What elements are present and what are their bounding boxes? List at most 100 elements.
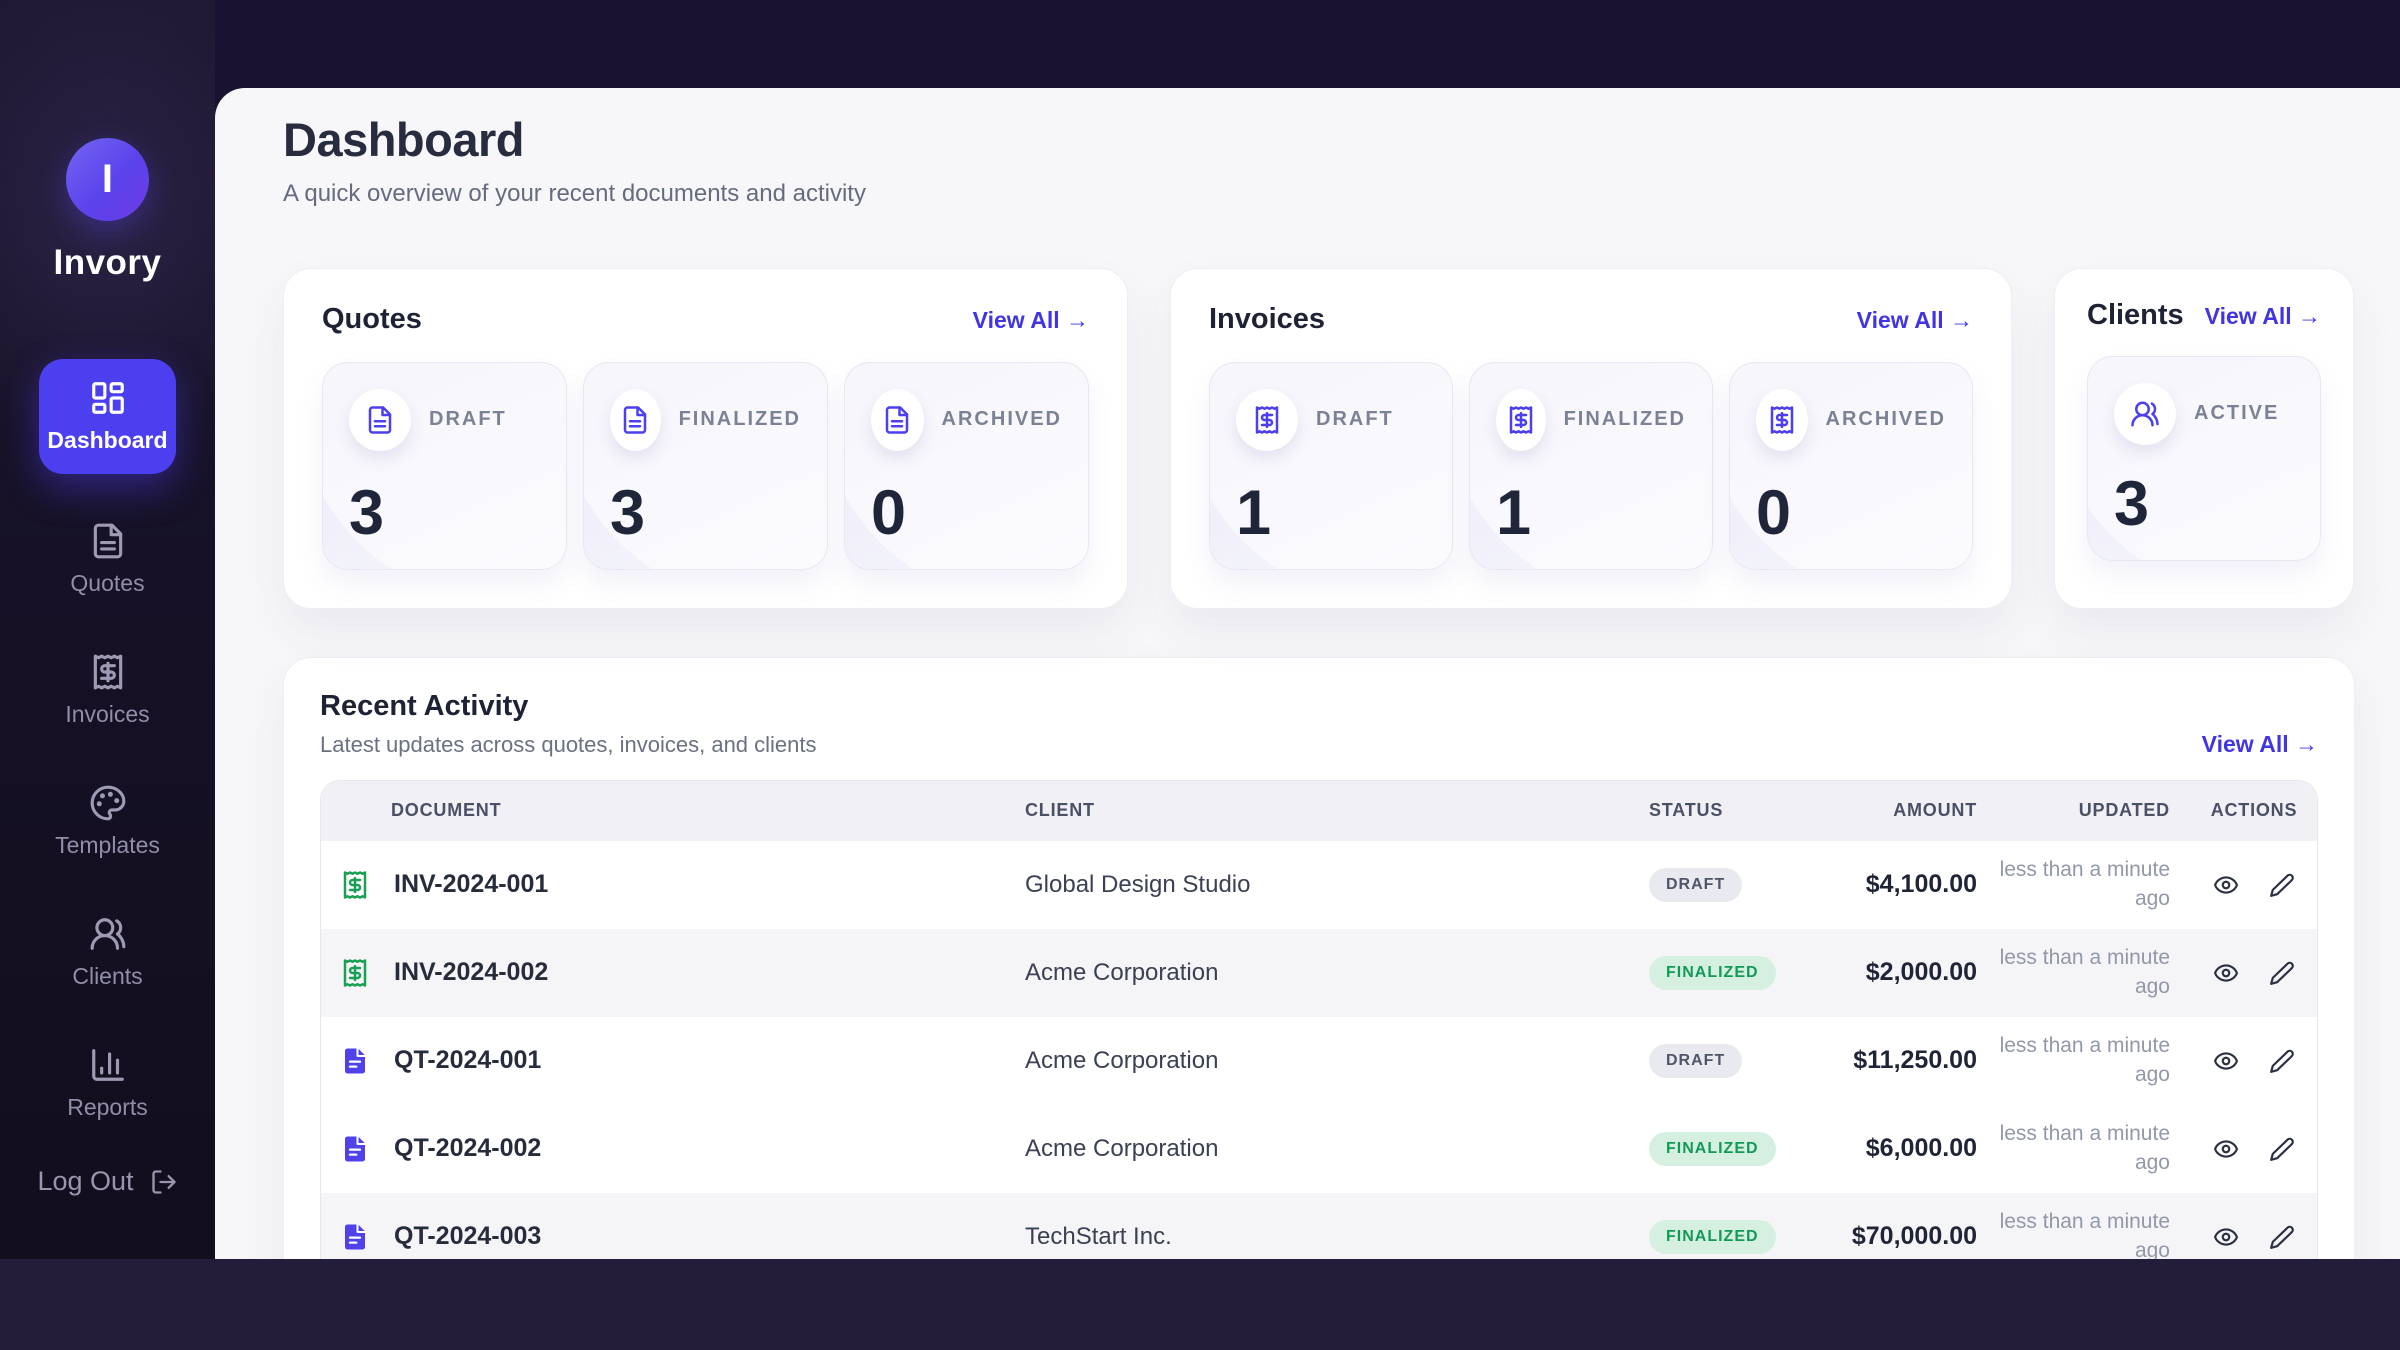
- stat-tile-invoices-archived: ARCHIVED 0: [1729, 362, 1973, 570]
- table-header-row: DOCUMENT CLIENT STATUS AMOUNT UPDATED AC…: [321, 781, 2317, 841]
- sidebar-item-label: Dashboard: [47, 427, 167, 454]
- recent-activity-view-all-link[interactable]: View All →: [2202, 731, 2318, 758]
- quotes-view-all-link[interactable]: View All →: [973, 307, 1089, 334]
- table-row[interactable]: QT-2024-001 Acme Corporation DRAFT $11,2…: [321, 1017, 2317, 1105]
- document-id: INV-2024-001: [394, 870, 548, 899]
- status-badge: FINALIZED: [1649, 1132, 1776, 1166]
- stat-tile-clients-active: ACTIVE 3: [2087, 356, 2321, 561]
- edit-row-button[interactable]: [2269, 872, 2295, 898]
- recent-activity-header: Recent Activity Latest updates across qu…: [320, 690, 2318, 758]
- stat-value: 3: [610, 482, 801, 545]
- page-subtitle: A quick overview of your recent document…: [283, 178, 2355, 209]
- file-text-icon: [620, 405, 650, 435]
- status-badge: FINALIZED: [1649, 1220, 1776, 1254]
- amount-value: $70,000.00: [1806, 1222, 1991, 1251]
- column-header-doc: DOCUMENT: [321, 800, 1001, 821]
- brand: I Invory: [53, 138, 161, 283]
- stat-label: DRAFT: [1316, 408, 1394, 431]
- log-out-icon: [150, 1168, 178, 1196]
- edit-row-button[interactable]: [2269, 1224, 2295, 1250]
- column-header-updated: UPDATED: [1991, 800, 2191, 821]
- view-row-button[interactable]: [2213, 1136, 2239, 1162]
- sidebar-item-templates[interactable]: Templates: [39, 770, 176, 873]
- bar-chart-icon: [89, 1046, 127, 1084]
- amount-value: $6,000.00: [1806, 1134, 1991, 1163]
- document-id: QT-2024-002: [394, 1134, 541, 1163]
- stat-value: 1: [1236, 482, 1426, 545]
- users-icon: [2130, 399, 2160, 429]
- logout-button[interactable]: Log Out: [37, 1166, 177, 1197]
- column-header-status: STATUS: [1621, 800, 1806, 821]
- updated-time: less than a minute ago: [1991, 1208, 2170, 1259]
- amount-value: $4,100.00: [1806, 870, 1991, 899]
- view-row-button[interactable]: [2213, 1224, 2239, 1250]
- updated-time: less than a minute ago: [1991, 1120, 2170, 1177]
- stat-label: ARCHIVED: [1826, 408, 1946, 431]
- main-panel: Dashboard A quick overview of your recen…: [215, 88, 2400, 1259]
- page-bottom-band: [0, 1259, 2400, 1350]
- document-id: INV-2024-002: [394, 958, 548, 987]
- table-row[interactable]: QT-2024-003 TechStart Inc. FINALIZED $70…: [321, 1193, 2317, 1259]
- recent-activity-title: Recent Activity: [320, 690, 817, 723]
- receipt-icon: [1252, 405, 1282, 435]
- column-header-amount: AMOUNT: [1806, 800, 1991, 821]
- client-name: TechStart Inc.: [1001, 1223, 1621, 1251]
- sidebar-item-label: Reports: [67, 1094, 148, 1121]
- table-row[interactable]: QT-2024-002 Acme Corporation FINALIZED $…: [321, 1105, 2317, 1193]
- stat-label: FINALIZED: [679, 408, 801, 431]
- edit-row-button[interactable]: [2269, 1136, 2295, 1162]
- clients-view-all-link[interactable]: View All →: [2205, 303, 2321, 330]
- sidebar: I Invory Dashboard Quotes Invoices Templ…: [0, 0, 215, 1259]
- stat-value: 0: [1756, 482, 1946, 545]
- file-text-icon: [340, 1046, 370, 1076]
- sidebar-item-reports[interactable]: Reports: [39, 1032, 176, 1135]
- file-text-icon: [365, 405, 395, 435]
- stat-label: ACTIVE: [2194, 402, 2279, 425]
- brand-initial: I: [102, 157, 113, 202]
- logout-label: Log Out: [37, 1166, 133, 1197]
- summary-card-title: Quotes: [322, 303, 422, 336]
- receipt-icon: [1506, 405, 1536, 435]
- stat-value: 0: [871, 482, 1062, 545]
- sidebar-item-clients[interactable]: Clients: [39, 901, 176, 1004]
- column-header-actions: ACTIONS: [2191, 800, 2317, 821]
- client-name: Acme Corporation: [1001, 959, 1621, 987]
- app-window: I Invory Dashboard Quotes Invoices Templ…: [0, 0, 2400, 1350]
- invoices-view-all-link[interactable]: View All →: [1857, 307, 1973, 334]
- stat-value: 3: [349, 482, 540, 545]
- document-id: QT-2024-003: [394, 1222, 541, 1251]
- amount-value: $11,250.00: [1806, 1046, 1991, 1075]
- amount-value: $2,000.00: [1806, 958, 1991, 987]
- file-text-icon: [882, 405, 912, 435]
- recent-activity-card: Recent Activity Latest updates across qu…: [283, 657, 2355, 1259]
- updated-time: less than a minute ago: [1991, 944, 2170, 1001]
- view-row-button[interactable]: [2213, 960, 2239, 986]
- sidebar-item-label: Quotes: [70, 570, 144, 597]
- edit-row-button[interactable]: [2269, 1048, 2295, 1074]
- recent-activity-subtitle: Latest updates across quotes, invoices, …: [320, 732, 817, 758]
- summary-cards-row: Quotes View All → DRAFT 3 FINALIZED: [283, 268, 2355, 609]
- stat-tile-quotes-finalized: FINALIZED 3: [583, 362, 828, 570]
- sidebar-item-quotes[interactable]: Quotes: [39, 508, 176, 611]
- layout-dashboard-icon: [89, 379, 127, 417]
- table-row[interactable]: INV-2024-001 Global Design Studio DRAFT …: [321, 841, 2317, 929]
- file-text-icon: [340, 1134, 370, 1164]
- document-id: QT-2024-001: [394, 1046, 541, 1075]
- sidebar-item-dashboard[interactable]: Dashboard: [39, 359, 176, 474]
- sidebar-item-invoices[interactable]: Invoices: [39, 639, 176, 742]
- receipt-icon: [340, 958, 370, 988]
- edit-row-button[interactable]: [2269, 960, 2295, 986]
- summary-card-clients: Clients View All → ACTIVE 3: [2054, 268, 2354, 609]
- view-row-button[interactable]: [2213, 1048, 2239, 1074]
- brand-name: Invory: [53, 243, 161, 283]
- stat-value: 1: [1496, 482, 1686, 545]
- stat-tile-quotes-draft: DRAFT 3: [322, 362, 567, 570]
- sidebar-item-label: Clients: [72, 963, 142, 990]
- status-badge: DRAFT: [1649, 1044, 1742, 1078]
- recent-activity-table: DOCUMENT CLIENT STATUS AMOUNT UPDATED AC…: [320, 780, 2318, 1259]
- status-badge: DRAFT: [1649, 868, 1742, 902]
- stat-tile-quotes-archived: ARCHIVED 0: [844, 362, 1089, 570]
- table-row[interactable]: INV-2024-002 Acme Corporation FINALIZED …: [321, 929, 2317, 1017]
- client-name: Acme Corporation: [1001, 1135, 1621, 1163]
- view-row-button[interactable]: [2213, 872, 2239, 898]
